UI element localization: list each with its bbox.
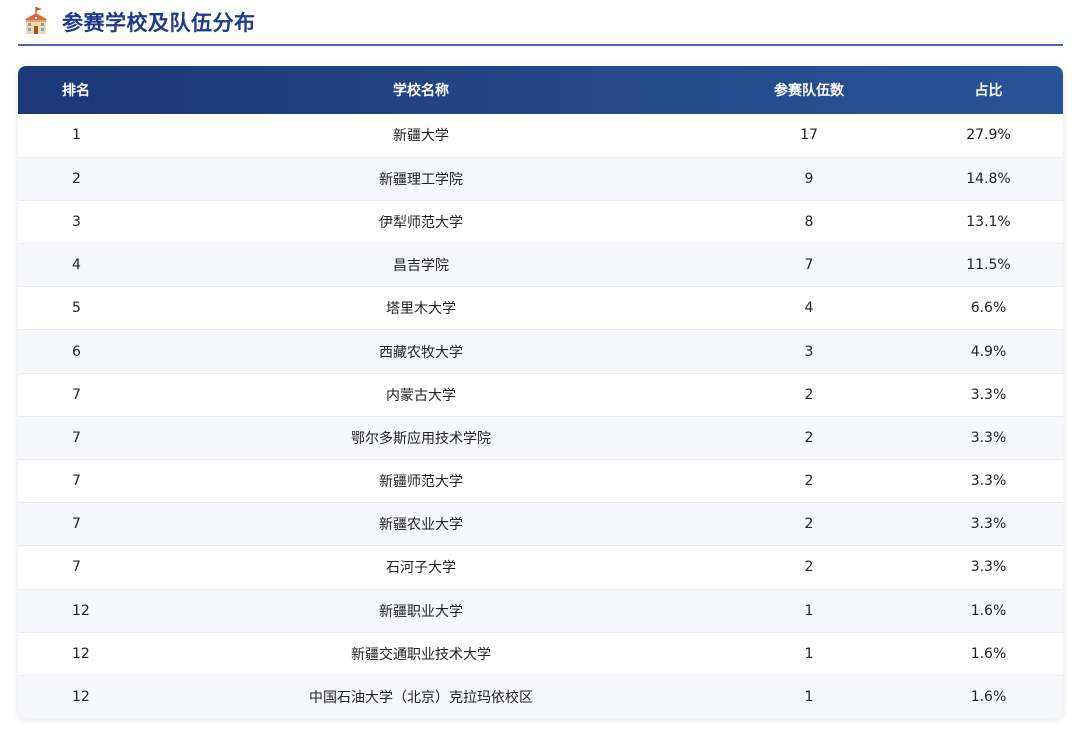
team-count-cell: 2 xyxy=(804,386,814,403)
rank-cell: 5 xyxy=(72,300,81,317)
team-count-cell: 2 xyxy=(804,559,814,576)
table-header-row: 排名 学校名称 参赛队伍数 占比 xyxy=(18,66,1063,114)
school-building-icon xyxy=(24,7,48,34)
team-count-cell: 1 xyxy=(804,602,814,619)
share-cell: 4.9% xyxy=(970,343,1007,360)
school-name-cell: 新疆师范大学 xyxy=(379,474,463,491)
school-name-cell: 伊犁师范大学 xyxy=(379,214,463,231)
school-name-cell: 中国石油大学（北京）克拉玛依校区 xyxy=(309,690,533,707)
share-cell: 3.3% xyxy=(970,429,1007,446)
share-cell: 1.6% xyxy=(970,602,1007,619)
table-body: 1 新疆大学 17 27.9% 2 新疆理工学院 9 14.8% 3 伊犁师范大学 8 13.1% 4 昌… xyxy=(18,114,1063,718)
rank-cell: 7 xyxy=(72,429,81,446)
page-header: 参赛学校及队伍分布 xyxy=(18,0,1063,46)
rank-cell: 12 xyxy=(72,689,90,706)
team-count-cell: 8 xyxy=(804,213,814,230)
column-header-rank: 排名 xyxy=(62,83,90,99)
table-row: 7 新疆农业大学 2 3.3% xyxy=(18,502,1063,546)
school-name-cell: 西藏农牧大学 xyxy=(379,344,463,361)
table-row: 2 新疆理工学院 9 14.8% xyxy=(18,157,1063,201)
school-name-cell: 塔里木大学 xyxy=(386,301,456,318)
team-count-cell: 2 xyxy=(804,516,814,533)
table-row: 4 昌吉学院 7 11.5% xyxy=(18,243,1063,287)
column-header-school-label: 学校名称 xyxy=(393,83,449,99)
team-count-cell: 4 xyxy=(804,300,814,317)
share-cell: 14.8% xyxy=(966,170,1011,187)
rank-cell: 3 xyxy=(72,213,81,230)
table-row: 3 伊犁师范大学 8 13.1% xyxy=(18,200,1063,244)
table-row: 6 西藏农牧大学 3 4.9% xyxy=(18,329,1063,374)
school-name-cell: 新疆大学 xyxy=(393,128,449,145)
school-name-cell: 新疆职业大学 xyxy=(379,603,463,620)
rank-cell: 7 xyxy=(72,559,81,576)
school-name-cell: 新疆农业大学 xyxy=(379,517,463,534)
rank-cell: 12 xyxy=(72,602,90,619)
team-count-cell: 3 xyxy=(804,343,814,360)
school-name-cell: 昌吉学院 xyxy=(393,258,449,275)
school-name-cell: 新疆理工学院 xyxy=(379,171,463,188)
school-name-cell: 鄂尔多斯应用技术学院 xyxy=(351,430,491,447)
team-count-cell: 9 xyxy=(804,170,814,187)
team-count-cell: 1 xyxy=(804,689,814,706)
share-cell: 3.3% xyxy=(970,559,1007,576)
rank-cell: 6 xyxy=(72,343,81,360)
rank-cell: 7 xyxy=(72,386,81,403)
table-row: 5 塔里木大学 4 6.6% xyxy=(18,286,1063,330)
share-cell: 3.3% xyxy=(970,516,1007,533)
rank-cell: 7 xyxy=(72,473,81,490)
team-count-cell: 2 xyxy=(804,473,814,490)
table-row: 12 新疆交通职业技术大学 1 1.6% xyxy=(18,632,1063,676)
table-row: 12 中国石油大学（北京）克拉玛依校区 1 1.6% xyxy=(18,675,1063,718)
share-cell: 13.1% xyxy=(966,213,1011,230)
rank-cell: 2 xyxy=(72,170,81,187)
distribution-table-card: 排名 学校名称 参赛队伍数 占比 1 新疆大学 17 27.9% 2 新疆理工学院 9 14.… xyxy=(18,66,1063,718)
share-cell: 3.3% xyxy=(970,386,1007,403)
page-title: 参赛学校及队伍分布 xyxy=(62,11,256,35)
table-row: 7 鄂尔多斯应用技术学院 2 3.3% xyxy=(18,416,1063,460)
share-cell: 6.6% xyxy=(970,300,1007,317)
rank-cell: 4 xyxy=(72,257,81,274)
rank-cell: 1 xyxy=(72,127,81,144)
team-count-cell: 2 xyxy=(804,429,814,446)
school-name-cell: 新疆交通职业技术大学 xyxy=(351,646,491,663)
distribution-table: 排名 学校名称 参赛队伍数 占比 1 新疆大学 17 27.9% 2 新疆理工学院 9 14.… xyxy=(18,66,1063,718)
table-row: 1 新疆大学 17 27.9% xyxy=(18,114,1063,158)
rank-cell: 12 xyxy=(72,645,90,662)
share-cell: 3.3% xyxy=(970,473,1007,490)
column-header-share: 占比 xyxy=(974,83,1003,99)
team-count-cell: 7 xyxy=(804,257,814,274)
share-cell: 1.6% xyxy=(970,645,1007,662)
school-name-cell: 内蒙古大学 xyxy=(386,387,456,404)
rank-cell: 7 xyxy=(72,516,81,533)
table-row: 7 内蒙古大学 2 3.3% xyxy=(18,373,1063,417)
table-row: 12 新疆职业大学 1 1.6% xyxy=(18,589,1063,633)
school-name-cell: 石河子大学 xyxy=(386,560,456,577)
table-row: 7 石河子大学 2 3.3% xyxy=(18,545,1063,590)
share-cell: 11.5% xyxy=(966,257,1011,274)
team-count-cell: 17 xyxy=(800,127,818,144)
share-cell: 1.6% xyxy=(970,689,1007,706)
share-cell: 27.9% xyxy=(966,127,1011,144)
column-header-school: 学校名称 xyxy=(138,66,704,114)
column-header-teams: 参赛队伍数 xyxy=(774,83,844,99)
table-row: 7 新疆师范大学 2 3.3% xyxy=(18,459,1063,503)
team-count-cell: 1 xyxy=(804,645,814,662)
